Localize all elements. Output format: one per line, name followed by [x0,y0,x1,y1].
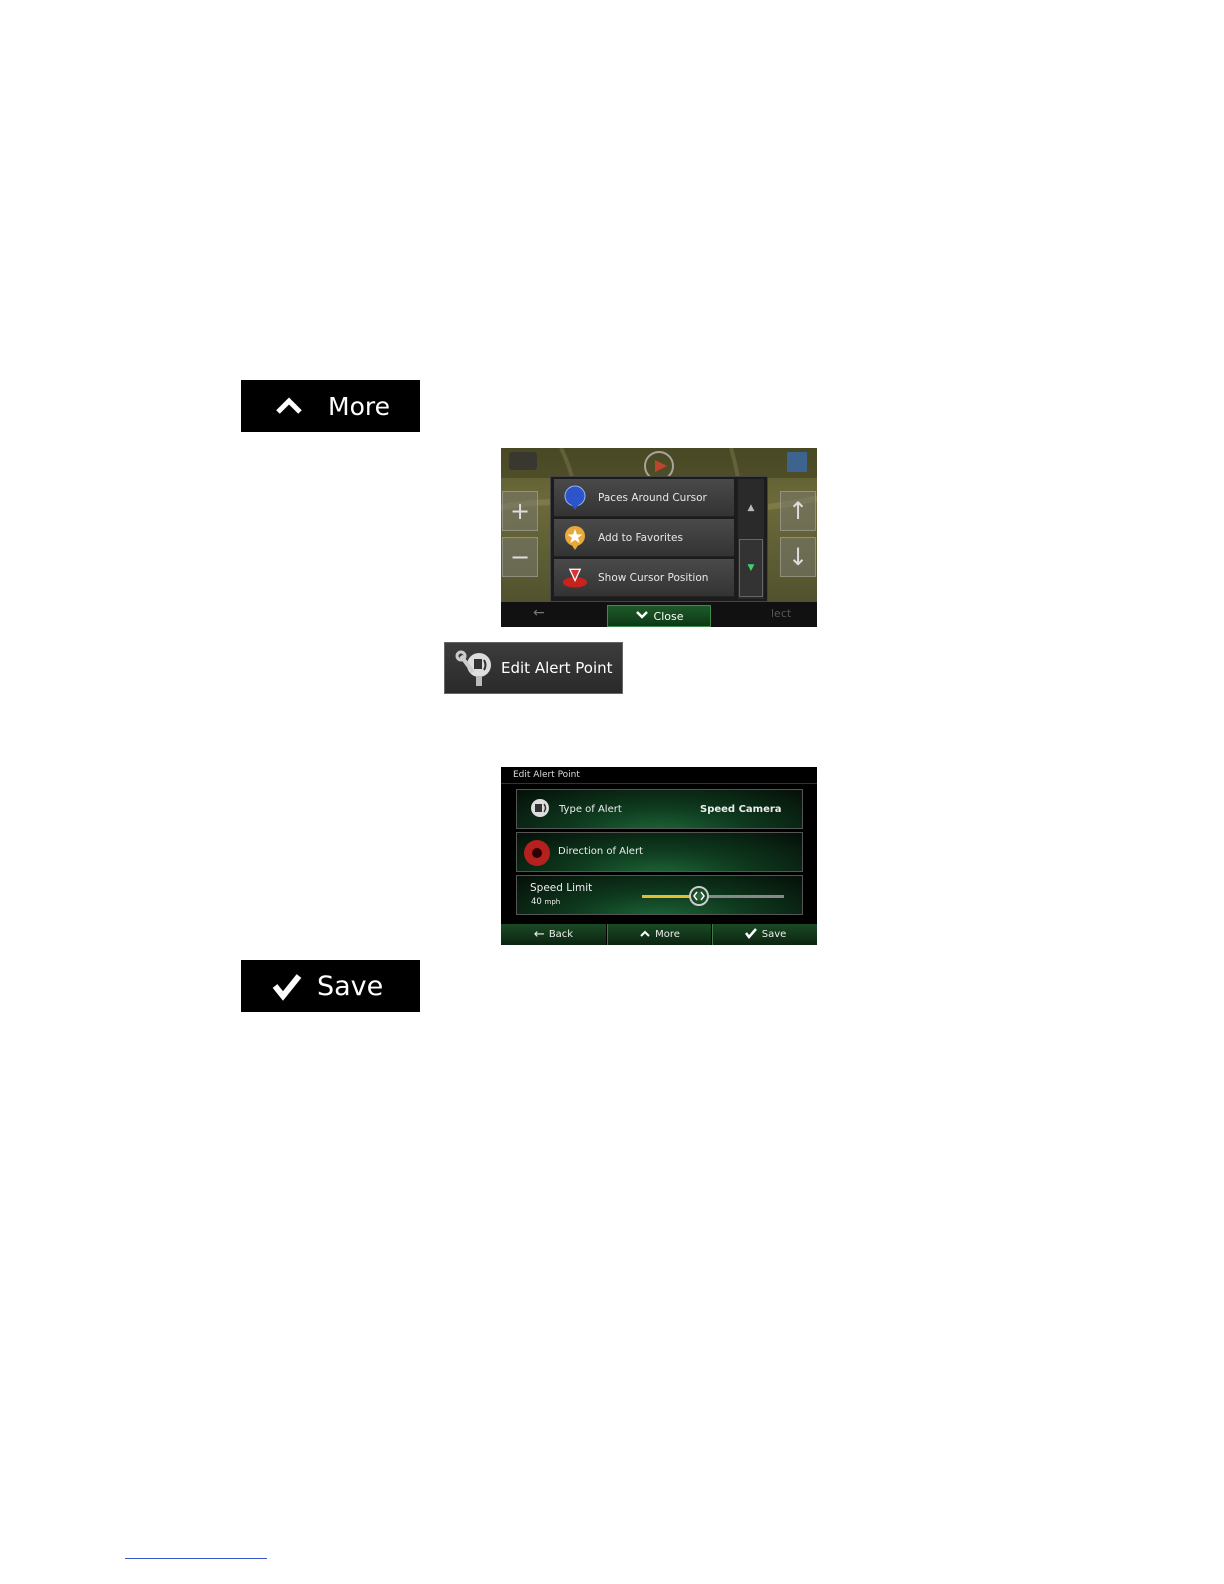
more-tab-label: More [655,929,680,940]
scroll-down-button[interactable]: ▼ [739,539,763,597]
chevron-up-icon [274,394,304,418]
more-button-label: More [328,391,390,421]
screen-title: Edit Alert Point [513,770,580,780]
save-button[interactable]: Save [241,960,420,1012]
edit-alert-point-label: Edit Alert Point [501,659,613,677]
cursor-position-icon [562,565,588,591]
menu-item-show-cursor-position[interactable]: Show Cursor Position [554,559,734,597]
more-button[interactable]: More [241,380,420,432]
type-of-alert-row[interactable]: Type of Alert Speed Camera [516,789,803,829]
direction-of-alert-label: Direction of Alert [558,846,643,857]
menu-item-label: Paces Around Cursor [598,491,707,504]
zoom-out-button[interactable]: − [502,537,538,577]
speed-limit-label: Speed Limit [530,882,593,894]
edit-alert-point-button[interactable]: Edit Alert Point [444,642,623,694]
back-tab[interactable]: ← Back [501,924,606,945]
save-tab-label: Save [761,929,787,940]
edit-alert-point-screenshot: Edit Alert Point Type of Alert Speed Cam… [501,767,817,945]
menu-scrollbar[interactable]: ▲ ▼ [738,479,764,599]
scroll-up-button[interactable]: ▲ [739,479,763,537]
speed-limit-unit: mph [544,898,561,906]
speed-slider-track[interactable] [642,886,784,906]
close-button-label: Close [653,609,684,623]
blue-pin-icon [562,485,588,511]
map-screen-screenshot: + − ↑ ↓ Paces Around Cursor Add to Favor… [501,448,817,627]
checkmark-icon [271,971,303,1001]
type-of-alert-value: Speed Camera [700,804,782,815]
menu-item-label: Show Cursor Position [598,571,709,584]
speed-limit-row: Speed Limit 40 mph [516,875,803,915]
speed-camera-icon [529,798,551,824]
type-of-alert-label: Type of Alert [559,804,622,815]
back-arrow-icon: ← [533,927,545,942]
save-button-label: Save [317,970,384,1002]
speed-slider-handle[interactable] [688,886,709,906]
speed-limit-number: 40 [531,897,542,907]
tilt-down-button[interactable]: ↓ [780,537,816,577]
close-button[interactable]: Close [607,605,711,627]
tilt-up-button[interactable]: ↑ [780,491,816,531]
menu-item-places-around-cursor[interactable]: Paces Around Cursor [554,479,734,517]
menu-item-add-to-favorites[interactable]: Add to Favorites [554,519,734,557]
zoom-in-button[interactable]: + [502,491,538,531]
checkmark-icon [744,927,758,942]
back-tab-label: Back [548,929,574,940]
alert-edit-icon [455,648,495,688]
star-pin-icon [562,525,588,551]
speed-limit-value: 40 mph [531,897,560,907]
cursor-menu: Paces Around Cursor Add to Favorites Sho… [550,476,768,602]
footnote-separator [125,1558,267,1559]
select-button-text: lect [771,607,792,620]
title-divider [501,783,817,784]
chevron-up-icon [639,929,651,941]
back-arrow-icon[interactable]: ← [533,605,545,621]
direction-icon [523,839,551,871]
direction-of-alert-row[interactable]: Direction of Alert [516,832,803,872]
chevron-down-icon [635,610,649,623]
save-tab[interactable]: Save [712,924,817,945]
menu-item-label: Add to Favorites [598,531,683,544]
more-tab[interactable]: More [607,924,711,945]
